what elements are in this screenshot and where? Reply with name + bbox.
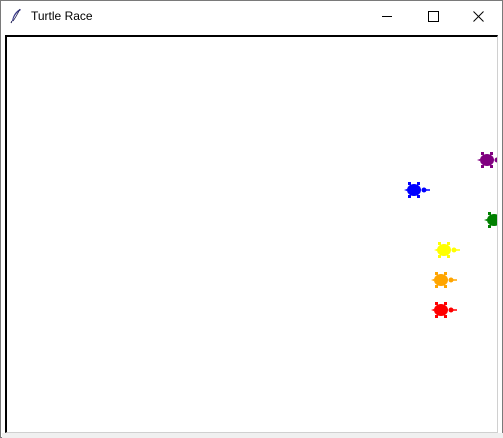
app-window: Turtle Race — [0, 0, 503, 438]
turtle-yellow — [434, 242, 460, 258]
turtle-layer — [404, 152, 497, 318]
close-button[interactable] — [456, 1, 502, 31]
turtle-purple — [477, 152, 497, 168]
turtle-red — [431, 302, 457, 318]
turtle-blue — [404, 182, 430, 198]
window-title: Turtle Race — [31, 9, 93, 23]
turtle-green — [484, 212, 497, 228]
race-canvas[interactable] — [5, 35, 498, 433]
minimize-button[interactable] — [364, 1, 410, 31]
minimize-icon — [382, 16, 392, 17]
close-icon — [473, 11, 484, 22]
maximize-icon — [428, 11, 439, 22]
window-bottom-edge — [2, 433, 503, 438]
turtle-orange — [431, 272, 457, 288]
title-bar[interactable]: Turtle Race — [1, 1, 502, 31]
maximize-button[interactable] — [410, 1, 456, 31]
feather-icon — [9, 8, 23, 24]
